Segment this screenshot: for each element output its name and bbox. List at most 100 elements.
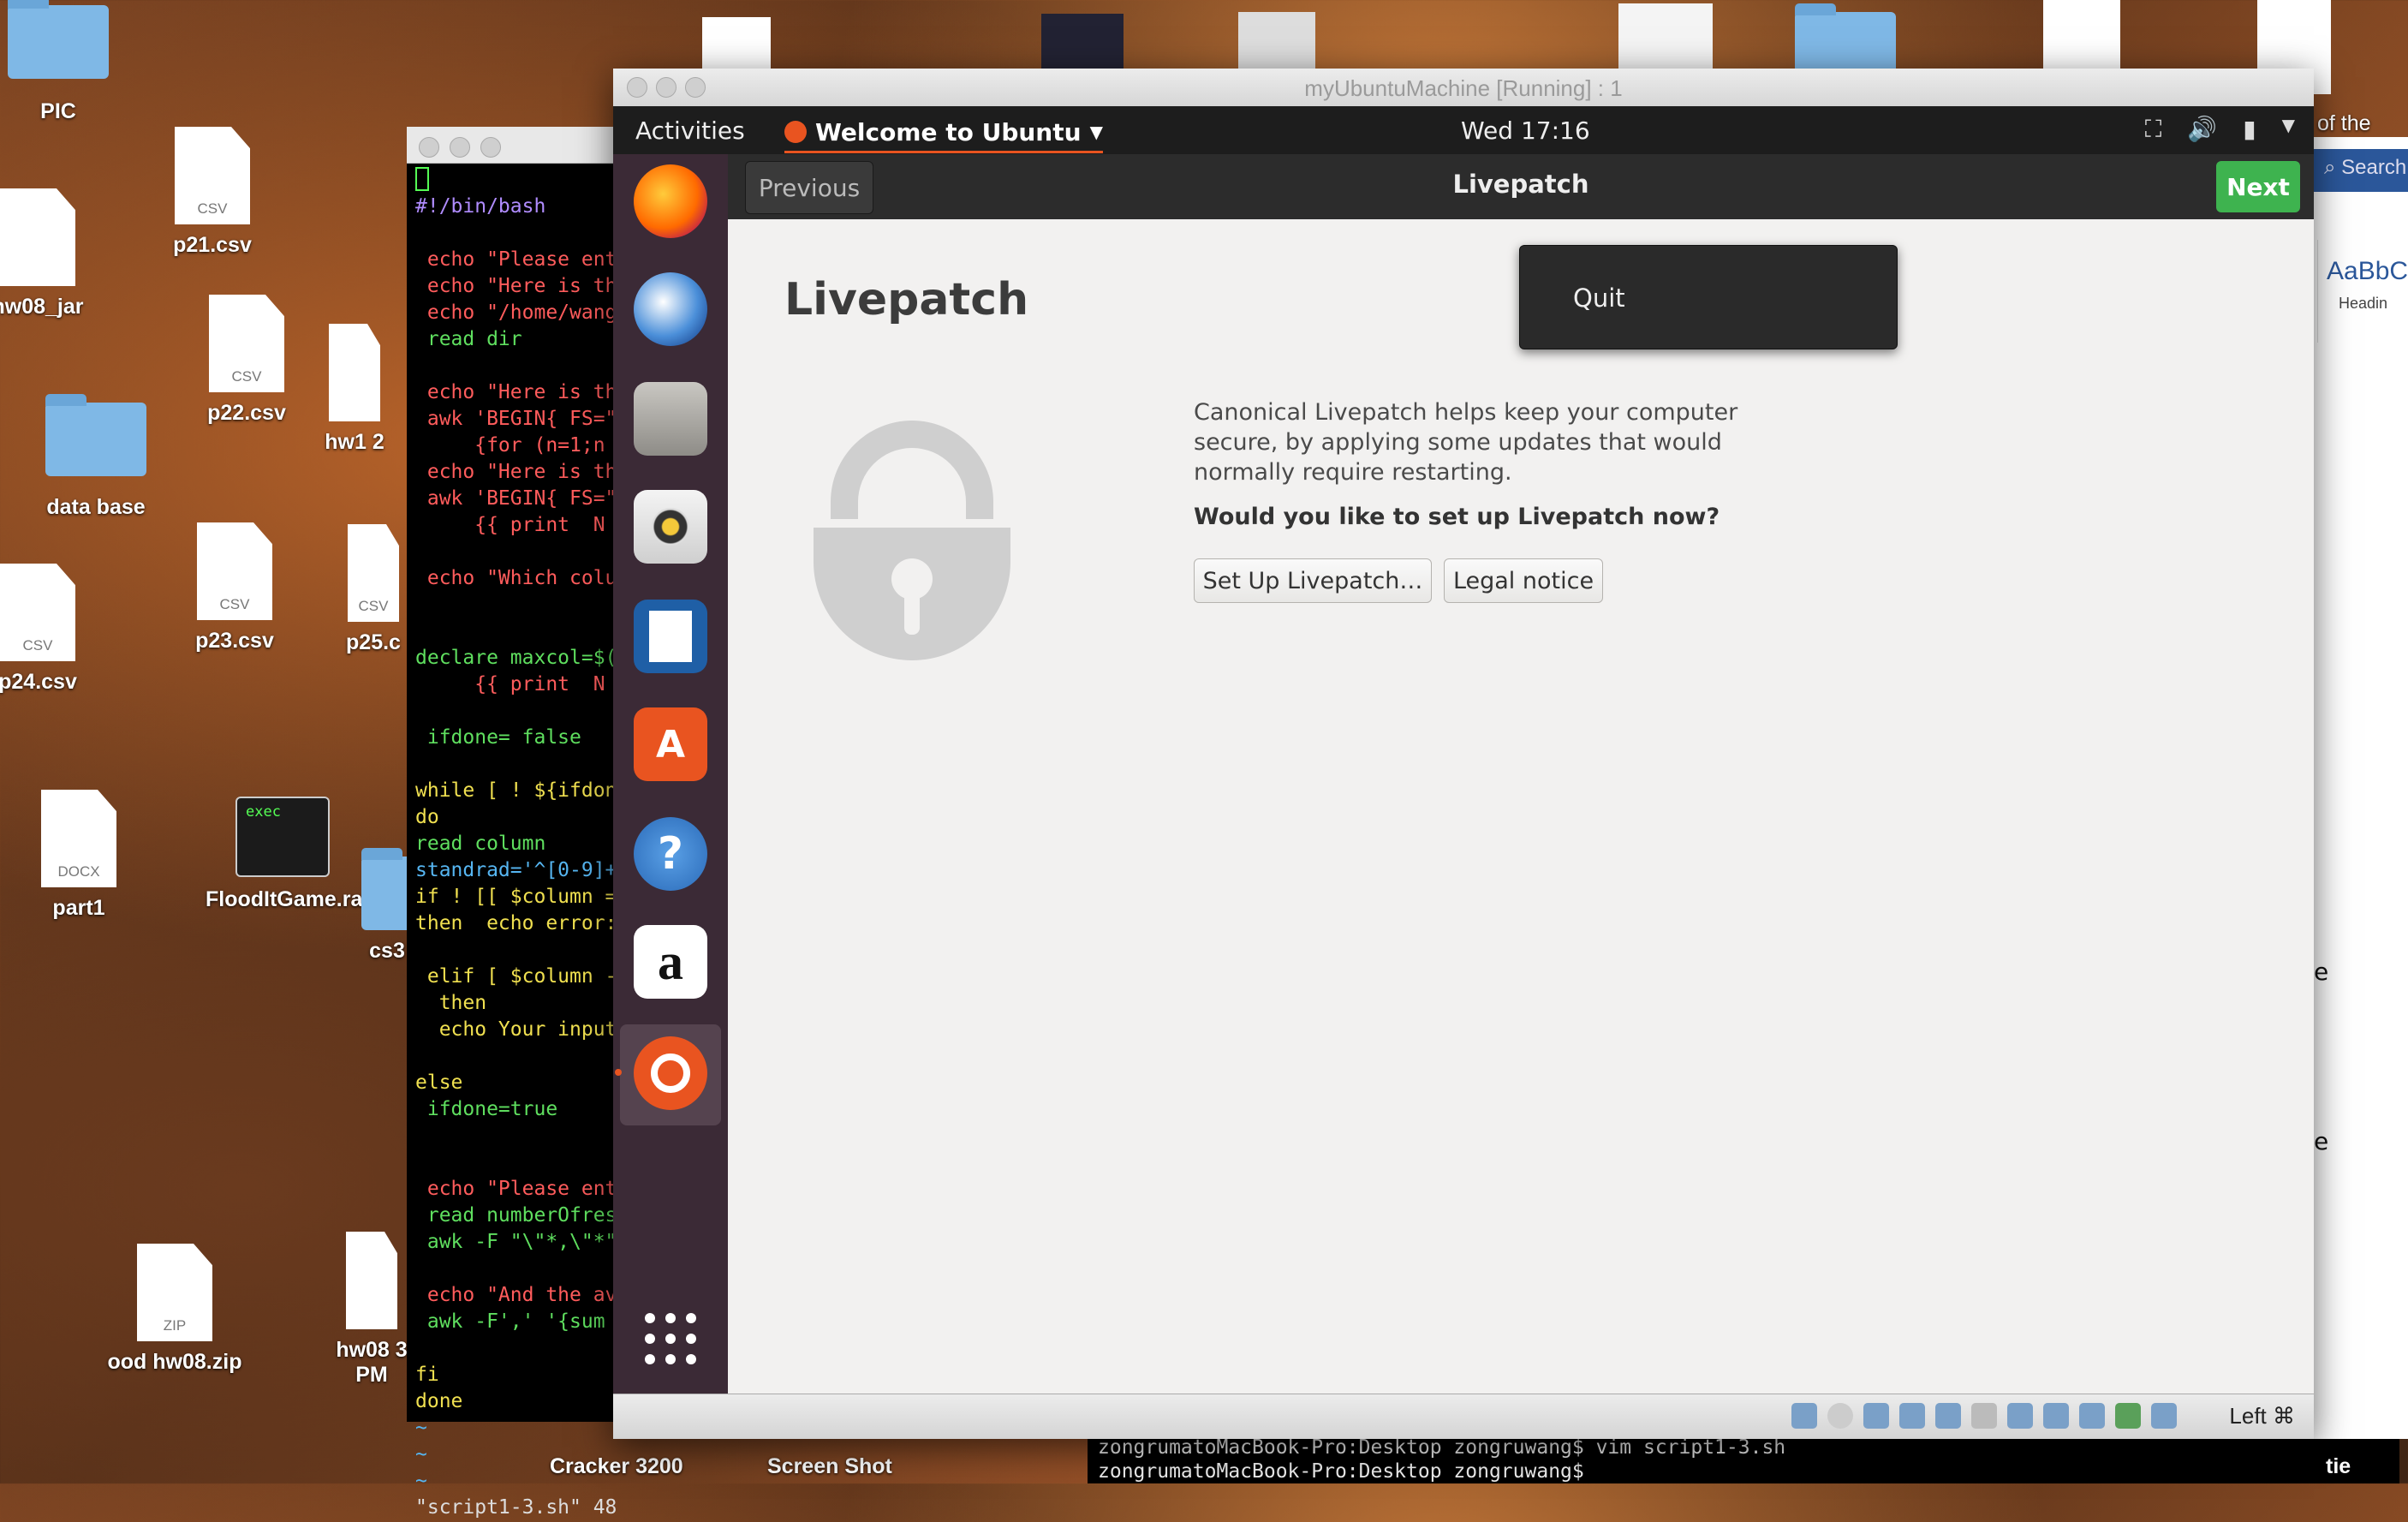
exec-file-icon: exec: [235, 797, 330, 877]
desktop-icon-label: FloodItGame.rar: [206, 887, 372, 911]
desktop-icon-hw08-zip[interactable]: ZIP ood hw08.zip: [98, 1244, 252, 1375]
code-line: echo "And the av: [415, 1284, 617, 1306]
optical-drive-icon[interactable]: [1827, 1403, 1853, 1429]
software-icon[interactable]: A: [634, 707, 707, 781]
dialog-title: Livepatch: [1452, 170, 1589, 199]
code-line: read numberOfres: [415, 1204, 617, 1227]
desktop-icon-label: part1: [52, 896, 105, 920]
activities-button[interactable]: Activities: [635, 116, 745, 145]
host-key-indicator[interactable]: Left ⌘: [2229, 1403, 2295, 1429]
desktop-icon-p22[interactable]: CSV p22.csv: [170, 295, 324, 426]
code-line: elif [ $column -: [415, 965, 617, 988]
desktop-icon-pic[interactable]: PIC: [0, 0, 135, 124]
rhythmbox-icon[interactable]: [634, 490, 707, 564]
network-icon[interactable]: ⛶: [2145, 115, 2162, 144]
app-menu-button[interactable]: Welcome to Ubuntu ▼: [784, 113, 1103, 153]
code-line: then echo error:: [415, 912, 617, 934]
network-icon[interactable]: [1899, 1403, 1925, 1429]
close-button[interactable]: [419, 137, 439, 158]
status-icons: [1791, 1403, 2177, 1429]
quit-menu-item[interactable]: Quit: [1573, 284, 1625, 313]
shared-folders-icon[interactable]: [1971, 1403, 1997, 1429]
desktop-icon-p25[interactable]: CSV p25.c: [331, 524, 416, 655]
audio-icon[interactable]: [1863, 1403, 1889, 1429]
style-gallery[interactable]: AaBbC Headin: [2317, 240, 2408, 343]
running-indicator: [615, 1069, 622, 1076]
ubuntu-icon[interactable]: [634, 1036, 707, 1110]
vm-titlebar[interactable]: myUbuntuMachine [Running] : 1: [613, 69, 2314, 107]
usb-icon[interactable]: [1935, 1403, 1961, 1429]
legal-notice-button[interactable]: Legal notice: [1444, 558, 1603, 603]
app-menu-label: Welcome to Ubuntu: [815, 117, 1082, 146]
volume-icon[interactable]: 🔊: [2187, 115, 2217, 144]
code-line: else: [415, 1071, 463, 1094]
display-icon[interactable]: [2007, 1403, 2033, 1429]
hard-disk-icon[interactable]: [1791, 1403, 1817, 1429]
keyboard-icon[interactable]: [2151, 1403, 2177, 1429]
desktop-icon-hw08-screenshot[interactable]: hw08 3 PM: [329, 1232, 414, 1388]
vm-window[interactable]: myUbuntuMachine [Running] : 1 Activities…: [613, 69, 2314, 1439]
cpu-icon[interactable]: [2079, 1403, 2105, 1429]
search-field[interactable]: ⌕ Search: [2314, 149, 2408, 192]
desktop-icon-p21[interactable]: CSV p21.csv: [135, 127, 289, 258]
desktop-icon-hw1[interactable]: hw1 2: [312, 324, 397, 455]
terminal-window[interactable]: #!/bin/bash echo "Please ent echo "Here …: [407, 127, 629, 1519]
desktop-icon-p24[interactable]: CSV p24.csv: [0, 564, 115, 695]
search-label: Search: [2341, 156, 2407, 179]
code-line: echo "Please ent: [415, 248, 617, 271]
livepatch-question: Would you like to set up Livepatch now?: [1194, 504, 1720, 530]
terminal-line: zongrumatoMacBook-Pro:Desktop zongruwang…: [1098, 1436, 1786, 1459]
word-window-peek[interactable]: ⌕ Search AaBbC Headin e e: [2314, 137, 2408, 1439]
code-line: echo "/home/wang: [415, 301, 617, 324]
code-line: read dir: [415, 328, 522, 350]
system-tray[interactable]: ⛶ 🔊 ▮ ▼: [2145, 115, 2295, 144]
file-icon[interactable]: [1041, 14, 1124, 69]
writer-icon[interactable]: [634, 600, 707, 673]
desktop-icon-flooditgame[interactable]: exec FloodItGame.rar: [206, 797, 372, 912]
code-line: awk 'BEGIN{ FS=": [415, 487, 617, 510]
amazon-icon[interactable]: a: [634, 925, 707, 999]
terminal-titlebar[interactable]: [407, 127, 629, 164]
mouse-integration-icon[interactable]: [2115, 1403, 2141, 1429]
next-button[interactable]: Next: [2216, 161, 2300, 212]
file-icon[interactable]: [1618, 3, 1713, 69]
code-line: echo "Here is th: [415, 461, 617, 483]
help-icon[interactable]: ?: [634, 817, 707, 891]
desktop-icon-screenshot[interactable]: Screen Shot: [767, 1454, 892, 1479]
desktop-icon-label: p25.c: [346, 630, 401, 654]
zoom-button[interactable]: [480, 137, 501, 158]
setup-livepatch-button[interactable]: Set Up Livepatch…: [1194, 558, 1432, 603]
page-heading: Livepatch: [784, 274, 1029, 325]
code-view[interactable]: #!/bin/bash echo "Please ent echo "Here …: [407, 189, 629, 1522]
code-line: echo "Here is th: [415, 381, 617, 403]
desktop-icon-label: hw1 2: [325, 430, 384, 454]
desktop-icon-data-base[interactable]: data base: [19, 394, 173, 520]
desktop-icon-hw08-jar[interactable]: hw08_jar: [0, 188, 115, 319]
minimize-button[interactable]: [450, 137, 470, 158]
file-icon[interactable]: [1238, 12, 1315, 69]
desktop-icon-part1[interactable]: DOCX part1: [2, 790, 156, 921]
app-menu-popup: Quit: [1519, 245, 1898, 349]
clock[interactable]: Wed 17:16: [1461, 116, 1590, 145]
cursor: [415, 167, 429, 191]
desktop-icon-label: ood hw08.zip: [107, 1350, 242, 1374]
code-line: do: [415, 806, 439, 828]
thunderbird-icon[interactable]: [634, 272, 707, 346]
system-menu-arrow-icon[interactable]: ▼: [2282, 115, 2295, 144]
desktop-icon-p23[interactable]: CSV p23.csv: [158, 522, 312, 654]
battery-icon[interactable]: ▮: [2243, 115, 2256, 144]
files-icon[interactable]: [634, 382, 707, 456]
video-capture-icon[interactable]: [2043, 1403, 2069, 1429]
mac-terminal[interactable]: zongrumatoMacBook-Pro:Desktop zongruwang…: [1088, 1435, 2399, 1483]
app-grid-icon[interactable]: [634, 1302, 707, 1376]
doc-text-fragment: e: [2314, 958, 2329, 986]
word-file-icon[interactable]: [2043, 0, 2120, 69]
file-icon[interactable]: [702, 17, 771, 69]
desktop-icon-label: p21.csv: [173, 233, 252, 257]
firefox-icon[interactable]: [634, 164, 707, 238]
